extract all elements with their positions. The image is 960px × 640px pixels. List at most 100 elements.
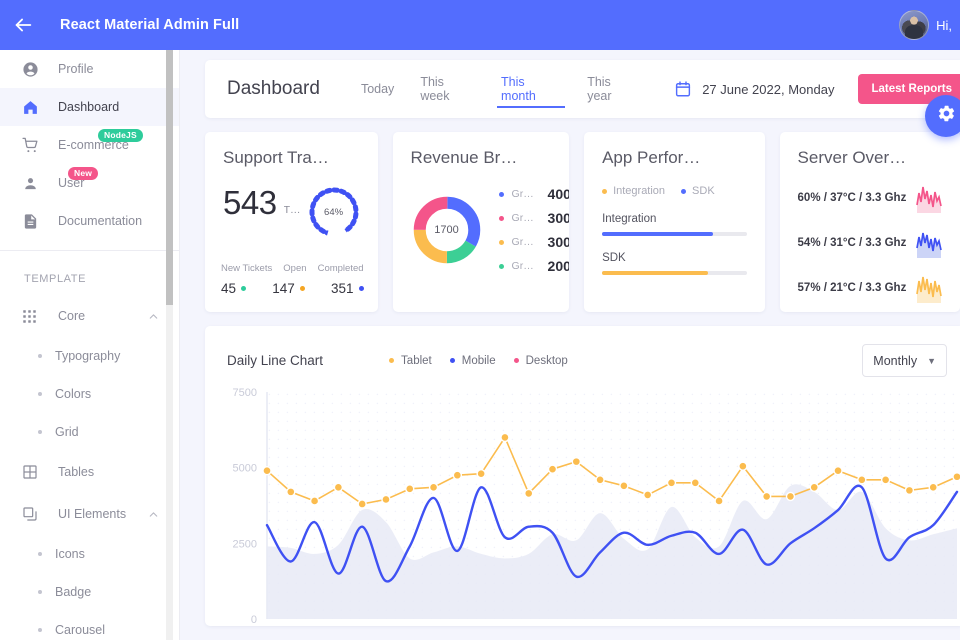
stat-completed: 351 [331,281,364,296]
sidebar-item-carousel[interactable]: Carousel [0,611,179,640]
sidebar-item-typography[interactable]: Typography [0,337,179,375]
chevron-down-icon: ▼ [927,355,936,366]
revenue-legend: Gr… 400 Gr… 300 Gr… 300 Gr… 200 [498,182,569,278]
sidebar: Profile Dashboard E-commerce NodeJS User… [0,50,180,640]
support-total-value: 543 [223,184,277,221]
legend-item-sdk: SDK [681,185,715,197]
app-title: React Material Admin Full [60,17,240,33]
sidebar-group-tables[interactable]: Tables [0,451,179,493]
legend-row: Gr… 400 [498,182,569,206]
ticket-stats-values: 45 147 351 [221,281,364,296]
sidebar-item-colors[interactable]: Colors [0,375,179,413]
performance-legend: Integration SDK [602,185,746,197]
revenue-body: 1700 Gr… 400 Gr… 300 Gr… 300 Gr… 200 [411,182,569,278]
period-tabs: Today This week This month This year [348,60,650,118]
chevron-up-icon [147,508,160,521]
svg-text:7500: 7500 [233,387,257,399]
daily-line-chart-card: Daily Line Chart Tablet Mobile Desktop M… [205,326,960,626]
tab-this-week[interactable]: This week [407,60,488,118]
legend-item-tablet: Tablet [389,355,432,367]
sidebar-item-icons[interactable]: Icons [0,535,179,573]
sidebar-item-label: Documentation [58,214,143,228]
legend-label: Mobile [461,354,496,367]
settings-fab[interactable] [925,95,960,137]
stat-card-row: Support Tra… 543 T… 64% New Tickets Open… [205,132,960,312]
sidebar-item-label: Carousel [55,623,106,637]
sidebar-item-badge[interactable]: Badge [0,573,179,611]
bullet-icon [38,430,42,434]
sidebar-item-documentation[interactable]: Documentation [0,202,179,240]
legend-dot-icon [389,358,395,363]
support-tracker-card: Support Tra… 543 T… 64% New Tickets Open… [205,132,378,312]
sidebar-item-user[interactable]: User New [0,164,179,202]
sidebar-item-label: Grid [55,425,79,439]
tab-this-month[interactable]: This month [488,60,574,118]
spark-pink-icon [916,183,942,213]
sidebar-item-grid[interactable]: Grid [0,413,179,451]
legend-dot-icon [681,188,687,194]
support-gauge: 64% [306,184,362,240]
stat-value: 45 [221,281,237,296]
server-row: 57% / 21°C / 3.3 Ghz [798,273,942,303]
svg-text:5000: 5000 [233,463,257,475]
support-total-label: T… [283,204,301,216]
bullet-icon [38,392,42,396]
revenue-donut-chart: 1700 [411,194,483,266]
server-stat-text: 60% / 37°C / 3.3 Ghz [797,192,907,204]
tab-today[interactable]: Today [348,60,407,118]
server-stat-text: 57% / 21°C / 3.3 Ghz [797,282,907,294]
legend-label: Tablet [401,354,432,367]
sidebar-group-label: Core [58,309,86,323]
legend-dot-icon [498,263,504,269]
table-icon [22,464,44,480]
date-picker[interactable]: 27 June 2022, Monday [674,80,834,98]
sidebar-scrollbar-thumb[interactable] [166,50,173,305]
legend-dot-icon [498,215,504,221]
card-title: Support Tra… [223,148,329,167]
progress-fill [602,271,708,275]
legend-row: Gr… 200 [498,254,569,278]
chevron-up-icon [147,310,160,323]
sidebar-item-label: Dashboard [58,100,120,114]
stat-value: 147 [272,281,295,296]
legend-item-integration: Integration [602,185,665,197]
status-dot-icon [358,286,364,291]
svg-text:2500: 2500 [233,538,257,550]
legend-row: Gr… 300 [498,230,569,254]
line-chart-svg: 0 2500 5000 7500 [233,387,960,626]
sidebar-group-ui-elements[interactable]: UI Elements [0,493,179,535]
sidebar-group-core[interactable]: Core [0,295,179,337]
back-button[interactable] [0,0,46,50]
chart-range-select[interactable]: Monthly ▼ [862,344,947,377]
status-dot-icon [241,286,247,291]
status-dot-icon [299,286,305,291]
chart-legend: Tablet Mobile Desktop [389,355,568,367]
person-icon [22,175,44,192]
legend-dot-icon [498,239,504,245]
tab-this-year[interactable]: This year [574,60,650,118]
avatar[interactable] [899,10,930,40]
chart-title: Daily Line Chart [227,353,324,368]
page-title: Dashboard [227,78,320,99]
sidebar-item-label: Badge [55,585,92,599]
greeting-text: Hi, [936,17,952,33]
appbar-user-area[interactable]: Hi, [899,10,960,40]
donut-center-value: 1700 [434,224,459,236]
sidebar-item-label: Icons [55,547,85,561]
legend-dot-icon [602,188,608,194]
sidebar-item-ecommerce[interactable]: E-commerce NodeJS [0,126,179,164]
chart-range-value: Monthly [873,353,918,368]
stat-label: Completed [317,263,364,274]
stat-label: New Tickets [221,263,273,274]
sidebar-item-dashboard[interactable]: Dashboard [0,88,179,126]
legend-label: Gr… [511,236,534,248]
progress-fill [602,232,714,236]
legend-label: Gr… [511,188,534,200]
sidebar-item-profile[interactable]: Profile [0,50,179,88]
home-icon [22,99,44,116]
legend-item-mobile: Mobile [449,354,496,367]
card-title: App Perfor… [602,148,701,167]
legend-dot-icon [513,358,519,363]
card-title: Revenue Br… [410,148,518,167]
sidebar-group-label: Tables [58,465,95,479]
